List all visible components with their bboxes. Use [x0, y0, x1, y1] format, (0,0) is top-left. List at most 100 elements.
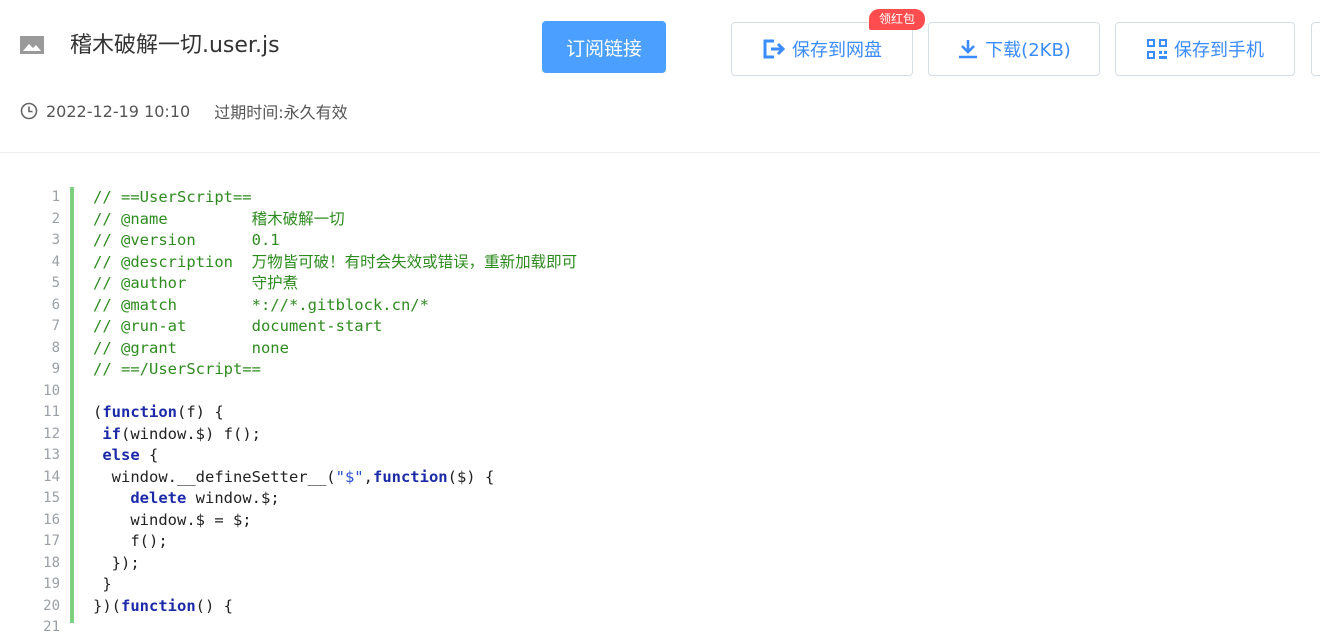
code-token-keyword: function [102, 403, 177, 421]
file-name: 稽木破解一切.user.js [70, 33, 280, 58]
code-token-plain: })( [93, 596, 121, 615]
code-token-comment: // @name 稽木破解一切 [93, 209, 345, 228]
line-number: 18 [43, 554, 60, 571]
upload-timestamp: 2022-12-19 10:10 [46, 101, 191, 121]
code-token-plain: { [139, 446, 159, 464]
line-number: 4 [51, 253, 60, 270]
download-icon [959, 40, 978, 59]
code-token-plain: window.__defineSetter__( [93, 467, 336, 486]
code-viewer: 1 2 3 4 5 6 7 8 9 10 11 12 13 14 15 16 17 18 19 20 21 // ==U… [0, 153, 1320, 635]
code-line: window.__defineSetter__("$",function($) … [93, 467, 577, 489]
code-token-plain: ($) { [447, 467, 495, 486]
line-number: 19 [43, 576, 60, 592]
line-number: 13 [43, 447, 60, 463]
code-token-comment: // @author 守护煮 [93, 274, 299, 292]
code-token-comment: // ==UserScript== [93, 188, 252, 206]
code-token-string: "$" [335, 467, 364, 486]
expire-label: 过期时间: [214, 103, 284, 122]
code-line: (function(f) { [93, 402, 577, 424]
code-token-comment: // @match *://*.gitblock.cn/* [93, 295, 429, 314]
code-line: f(); [93, 531, 577, 553]
line-number: 16 [43, 511, 60, 528]
expire-value: 永久有效 [283, 103, 348, 122]
gutter-bar [70, 187, 74, 623]
code-line: })(function() { [93, 596, 577, 618]
save-to-disk-label: 保存到网盘 [792, 40, 882, 61]
line-number: 11 [43, 404, 60, 420]
code-token-comment: // ==/UserScript== [93, 360, 261, 378]
code-line: // @name 稽木破解一切 [93, 209, 577, 231]
code-token-plain: f(); [93, 532, 168, 550]
code-line: else { [93, 445, 577, 467]
code-line: // @run-at document-start [93, 316, 577, 338]
code-line: // @description 万物皆可破！有时会失效或错误，重新加载即可 [93, 252, 577, 274]
save-to-phone-button[interactable]: 保存到手机 [1115, 22, 1295, 76]
code-line: // ==/UserScript== [93, 359, 577, 381]
code-token-plain: () { [195, 596, 233, 615]
code-token-plain: window.$; [186, 489, 280, 507]
code-token-plain: , [363, 467, 373, 486]
line-number: 7 [51, 318, 60, 334]
download-label: 下载(2KB) [985, 40, 1071, 61]
code-line: // @author 守护煮 [93, 273, 577, 295]
line-number: 15 [43, 490, 60, 506]
code-line: } [93, 574, 577, 596]
code-token-comment: // @description 万物皆可破！有时会失效或错误，重新加载即可 [93, 252, 578, 271]
code-token-comment: // @version 0.1 [93, 231, 280, 249]
code-token-plain: window.$ = $; [93, 510, 252, 529]
line-number: 8 [51, 339, 60, 356]
code-token-plain: }); [93, 553, 140, 572]
download-button[interactable]: 下载(2KB) [928, 22, 1100, 76]
code-line: window.$ = $; [93, 510, 577, 532]
code-line: delete window.$; [93, 488, 577, 510]
code-token-keyword: function [372, 467, 448, 486]
line-number: 9 [51, 361, 60, 377]
promo-badge[interactable]: 领红包 [869, 9, 925, 30]
qr-code-icon [1147, 39, 1167, 59]
code-token-plain: } [93, 575, 112, 593]
code-line: }); [93, 553, 577, 575]
line-number: 17 [43, 533, 60, 549]
line-number: 5 [51, 275, 60, 291]
code-token-keyword: function [121, 596, 196, 615]
subscribe-link-button[interactable]: 订阅链接 [542, 21, 666, 73]
code-token-keyword: else [102, 446, 140, 464]
file-icon [20, 36, 44, 54]
line-number: 21 [43, 619, 60, 635]
line-number-gutter: 1 2 3 4 5 6 7 8 9 10 11 12 13 14 15 16 17 18 19 20 21 [20, 187, 60, 639]
code-lines: // ==UserScript== // @name 稽木破解一切 // @vers… [93, 187, 577, 639]
line-number: 20 [43, 597, 60, 614]
code-line: if(window.$) f(); [93, 424, 577, 446]
clock-icon [20, 102, 38, 120]
code-token-plain: (f) { [177, 403, 224, 421]
code-token-keyword: if [102, 424, 122, 443]
file-header: 稽木破解一切.user.js 订阅链接 保存到网盘 领红包 下载(2KB) 保存… [0, 0, 1320, 152]
save-to-disk-button[interactable]: 保存到网盘 [731, 22, 913, 76]
code-token-plain: (window.$) f(); [121, 424, 261, 443]
code-token-plain: ( [93, 403, 103, 421]
line-number: 12 [43, 425, 60, 442]
line-number: 6 [51, 296, 60, 313]
code-token-keyword: delete [130, 489, 187, 507]
more-actions-button[interactable] [1311, 22, 1320, 76]
save-to-phone-label: 保存到手机 [1174, 40, 1264, 61]
code-token-comment: // @run-at document-start [93, 317, 383, 335]
save-to-disk-icon [763, 39, 786, 59]
code-token-comment: // @grant none [93, 338, 289, 357]
line-number: 2 [51, 210, 60, 227]
line-number: 10 [43, 382, 60, 399]
subscribe-link-label: 订阅链接 [565, 37, 642, 60]
line-number: 3 [51, 232, 60, 248]
code-line: // @grant none [93, 338, 577, 360]
code-line: // ==UserScript== [93, 187, 577, 209]
line-number: 14 [43, 468, 60, 485]
file-meta: 2022-12-19 10:10 过期时间: 永久有效 [20, 99, 348, 123]
line-number: 1 [51, 189, 60, 205]
code-line: // @match *://*.gitblock.cn/* [93, 295, 577, 317]
code-line: // @version 0.1 [93, 230, 577, 252]
